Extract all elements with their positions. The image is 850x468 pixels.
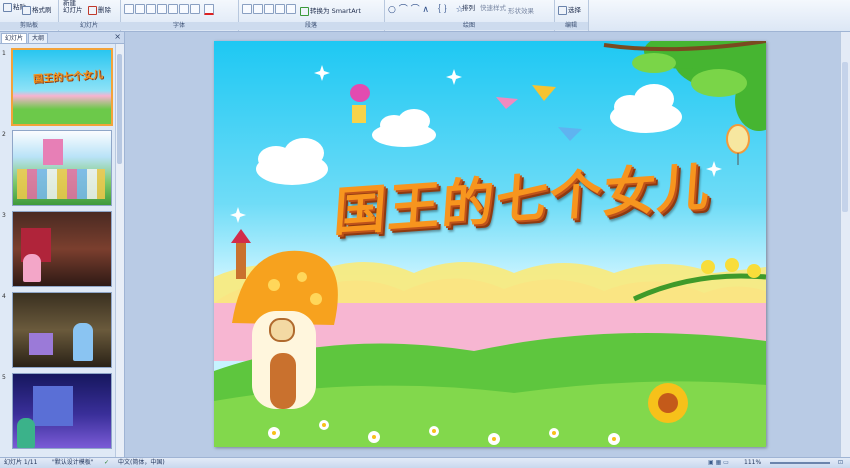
panel-scrollbar[interactable] bbox=[115, 44, 124, 457]
paper-plane-pink bbox=[496, 97, 518, 109]
hot-air-balloon bbox=[350, 84, 370, 102]
slide-thumbnail-2[interactable] bbox=[12, 130, 112, 206]
princesses-picture bbox=[17, 169, 105, 199]
group-label-paragraph: 段落 bbox=[238, 22, 384, 30]
justify-icon[interactable] bbox=[275, 4, 285, 14]
new-slide-button[interactable]: 新建 幻灯片 bbox=[63, 0, 83, 14]
align-center-icon[interactable] bbox=[253, 4, 263, 14]
princess-picture bbox=[23, 254, 41, 282]
house-door bbox=[270, 353, 296, 409]
slide-number: 1 bbox=[2, 50, 6, 57]
slide-number: 5 bbox=[2, 374, 6, 381]
italic-icon[interactable] bbox=[135, 4, 145, 14]
panel-tabs: 幻灯片 大纲 × bbox=[0, 32, 124, 44]
group-label-clipboard: 剪贴板 bbox=[0, 22, 58, 30]
change-case-icon[interactable] bbox=[190, 4, 200, 14]
delete-icon bbox=[88, 5, 97, 15]
align-right-icon[interactable] bbox=[264, 4, 274, 14]
house-window bbox=[269, 318, 295, 342]
select-button[interactable]: 选择 bbox=[558, 4, 581, 15]
paragraph-group: 转换为 SmartArt 段落 bbox=[238, 0, 385, 31]
arrange-button[interactable]: 排列 bbox=[462, 2, 475, 12]
delete-slide-button[interactable]: 删除 bbox=[88, 4, 111, 15]
slides-panel: 幻灯片 大纲 × 1 国王的七个女儿 2 3 4 5 bbox=[0, 32, 125, 457]
font-color-icon[interactable] bbox=[204, 4, 214, 15]
smartart-icon bbox=[300, 6, 309, 16]
format-painter-button[interactable]: 格式刷 bbox=[22, 4, 52, 15]
columns-icon[interactable] bbox=[286, 4, 296, 14]
current-slide[interactable]: 国王的七个女儿 bbox=[214, 41, 766, 447]
slide-thumbnail-1[interactable]: 国王的七个女儿 bbox=[11, 48, 113, 126]
tab-outline[interactable]: 大纲 bbox=[28, 33, 49, 43]
slide-number: 4 bbox=[2, 293, 6, 300]
slide-number: 3 bbox=[2, 212, 6, 219]
group-label-editing: 编辑 bbox=[554, 22, 588, 30]
slide-thumbnail-3[interactable] bbox=[12, 211, 112, 287]
cloud-middle bbox=[372, 109, 436, 147]
paper-plane-yellow bbox=[532, 85, 556, 101]
quick-styles-button[interactable]: 快速样式 bbox=[480, 2, 506, 12]
brush-icon bbox=[22, 5, 31, 15]
group-label-font: 字体 bbox=[120, 22, 238, 30]
align-left-icon[interactable] bbox=[242, 4, 252, 14]
thumb-title: 国王的七个女儿 bbox=[32, 69, 104, 86]
underline-icon[interactable] bbox=[146, 4, 156, 14]
night-castle-picture bbox=[33, 386, 73, 426]
strikethrough-icon[interactable] bbox=[157, 4, 167, 14]
editing-group: 选择 编辑 bbox=[554, 0, 589, 31]
princess-blue-picture bbox=[73, 323, 93, 361]
convert-smartart-button[interactable]: 转换为 SmartArt bbox=[300, 5, 361, 16]
princess-green-picture bbox=[17, 418, 35, 448]
slides-group: 新建 幻灯片 删除 幻灯片 bbox=[58, 0, 121, 31]
shape-effects-button[interactable]: 形状效果 bbox=[508, 5, 534, 15]
princess-purple-picture bbox=[29, 333, 53, 355]
shapes-gallery[interactable]: ○ ⌒ ⌒ ∧ ｛ ｝ ☆ bbox=[388, 2, 464, 15]
editor-scroll-thumb[interactable] bbox=[842, 62, 848, 212]
close-panel-icon[interactable]: × bbox=[114, 32, 121, 41]
editor-scrollbar[interactable] bbox=[840, 32, 850, 457]
zoom-slider[interactable] bbox=[770, 462, 830, 464]
drawing-group: ○ ⌒ ⌒ ∧ ｛ ｝ ☆ 排列 快速样式 形状效果 绘图 bbox=[384, 0, 555, 31]
char-spacing-icon[interactable] bbox=[179, 4, 189, 14]
slide-number: 2 bbox=[2, 131, 6, 138]
slide-editor: 国王的七个女儿 bbox=[125, 32, 850, 457]
cloud-right bbox=[610, 84, 682, 133]
ribbon: 粘贴 格式刷 剪贴板 新建 幻灯片 删除 幻灯片 字体 转换为 SmartArt… bbox=[0, 0, 850, 32]
bold-icon[interactable] bbox=[124, 4, 134, 14]
paste-icon bbox=[3, 2, 12, 12]
cloud-left bbox=[256, 138, 328, 185]
tab-slides[interactable]: 幻灯片 bbox=[1, 33, 28, 43]
chimney bbox=[236, 241, 246, 279]
castle-picture bbox=[43, 139, 63, 165]
shadow-icon[interactable] bbox=[168, 4, 178, 14]
cursor-icon bbox=[558, 5, 567, 15]
status-bar: 幻灯片 1/11 "默认设计模板" ✓ 中文(简体，中国) ▣ ▦ ▭ 111%… bbox=[0, 457, 850, 468]
chick bbox=[701, 260, 715, 274]
slide-thumbnail-4[interactable] bbox=[12, 292, 112, 368]
panel-scroll-thumb[interactable] bbox=[117, 54, 122, 164]
balloon bbox=[726, 124, 750, 154]
slide-artwork bbox=[214, 41, 766, 447]
group-label-drawing: 绘图 bbox=[384, 22, 554, 30]
group-label-slides: 幻灯片 bbox=[58, 22, 120, 30]
clipboard-group: 粘贴 格式刷 剪贴板 bbox=[0, 0, 59, 31]
slide-thumbnail-5[interactable] bbox=[12, 373, 112, 449]
font-group: 字体 bbox=[120, 0, 239, 31]
thumbnail-list[interactable]: 1 国王的七个女儿 2 3 4 5 bbox=[0, 44, 116, 457]
paper-plane-blue bbox=[558, 127, 582, 141]
